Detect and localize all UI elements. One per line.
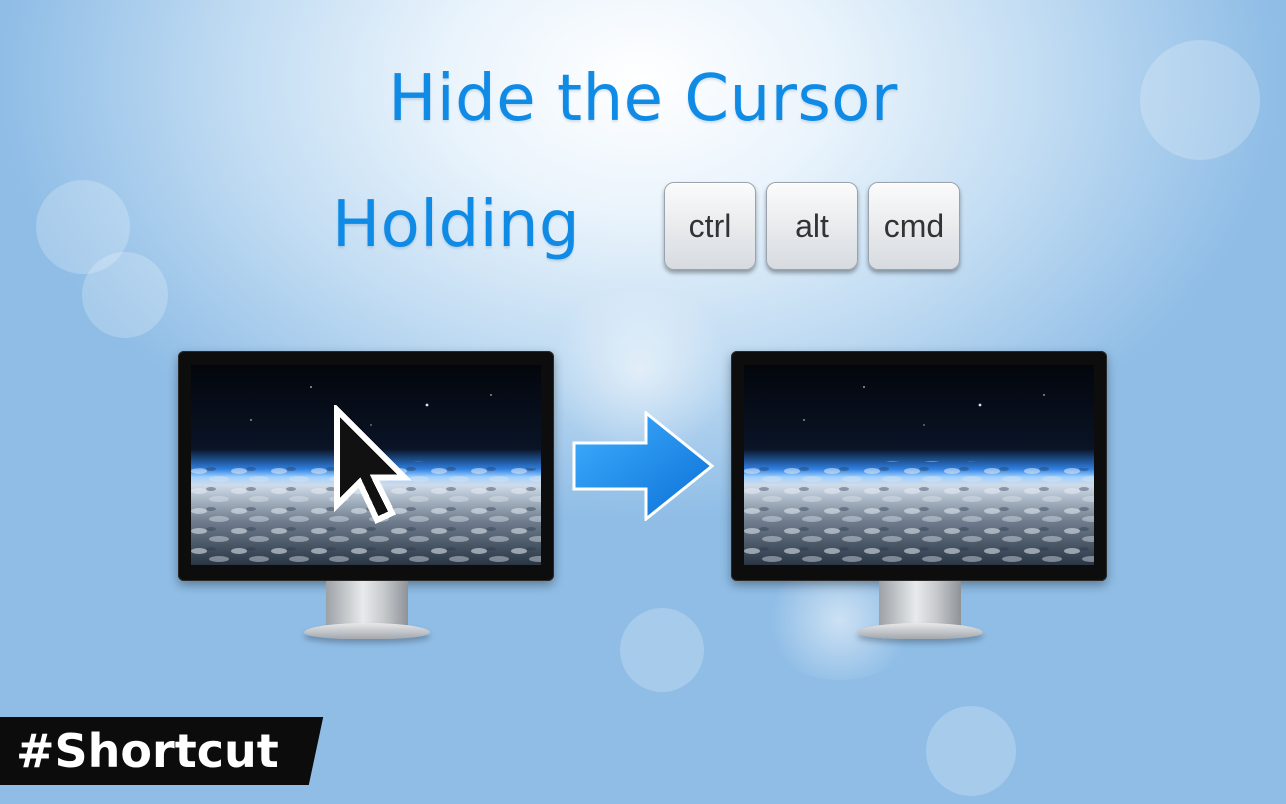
mouse-pointer-icon	[334, 405, 412, 524]
monitor-base	[304, 623, 430, 639]
headline: Hide the Cursor	[388, 62, 898, 136]
right-arrow-icon	[572, 411, 715, 521]
monitor-bezel	[731, 351, 1107, 581]
bokeh-circle	[620, 608, 704, 692]
monitor-bezel	[178, 351, 554, 581]
shortcut-badge: #Shortcut	[16, 724, 279, 778]
earth-screen	[191, 365, 541, 565]
bokeh-circle	[926, 706, 1016, 796]
cmd-key: cmd	[868, 182, 960, 270]
ctrl-key: ctrl	[664, 182, 756, 270]
monitor-base	[857, 623, 983, 639]
earth-screen	[744, 365, 1094, 565]
holding-label: Holding	[332, 188, 581, 262]
alt-key: alt	[766, 182, 858, 270]
key-combination: ctrl alt cmd	[664, 182, 960, 270]
bokeh-circle	[82, 252, 168, 338]
